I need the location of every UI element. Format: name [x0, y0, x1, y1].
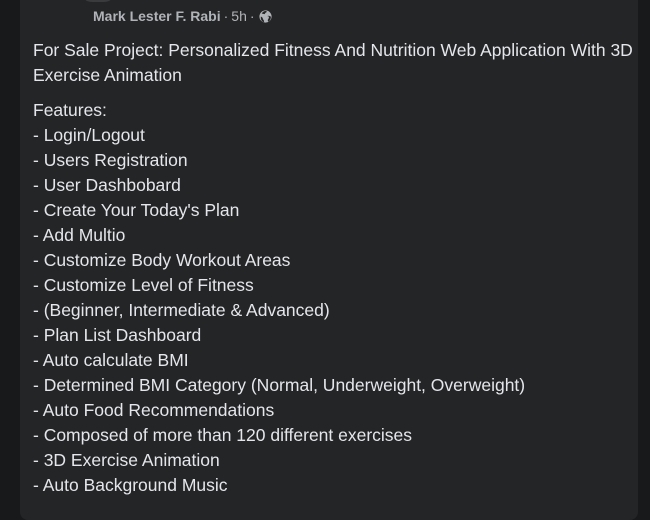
list-item: - Create Your Today's Plan — [33, 200, 240, 220]
list-item: - Add Multio — [33, 225, 126, 245]
list-item: - Composed of more than 120 different ex… — [33, 425, 413, 445]
list-item: - Customize Level of Fitness — [33, 275, 254, 295]
list-item: - Auto Food Recommendations — [33, 400, 275, 420]
list-item: - Login/Logout — [33, 125, 145, 145]
list-item: - Plan List Dashboard — [33, 325, 202, 345]
globe-icon[interactable] — [258, 9, 272, 23]
list-item: - Auto calculate BMI — [33, 350, 189, 370]
author-name[interactable]: Mark Lester F. Rabi — [93, 8, 221, 24]
list-item: - (Beginner, Intermediate & Advanced) — [33, 300, 330, 320]
post-meta: Mark Lester F. Rabi · 5h · — [93, 7, 272, 25]
list-item: - Auto Background Music — [33, 475, 228, 495]
post-title: For Sale Project: Personalized Fitness A… — [33, 40, 633, 85]
list-item: - Customize Body Workout Areas — [33, 250, 291, 270]
post-body: For Sale Project: Personalized Fitness A… — [33, 38, 633, 498]
features-heading: Features: — [33, 100, 107, 120]
post-card: Mark Lester F. Rabi · 5h · For Sale Proj… — [20, 0, 638, 520]
list-item: - Determined BMI Category (Normal, Under… — [33, 375, 526, 395]
list-item: - Users Registration — [33, 150, 188, 170]
list-item: - 3D Exercise Animation — [33, 450, 220, 470]
list-item: - User Dashbobard — [33, 175, 181, 195]
avatar[interactable] — [80, 0, 116, 2]
meta-separator: · — [223, 8, 229, 24]
features-list: - Login/Logout - Users Registration - Us… — [33, 123, 633, 498]
post-timestamp[interactable]: 5h — [231, 8, 247, 24]
meta-separator: · — [249, 8, 255, 24]
